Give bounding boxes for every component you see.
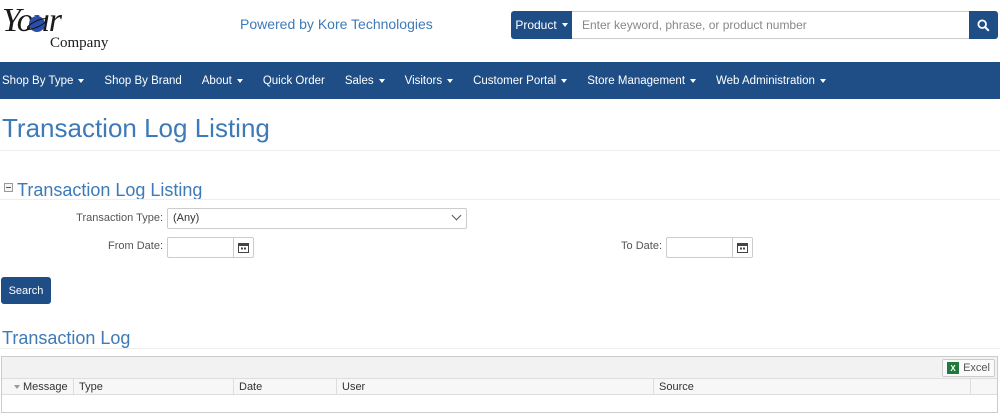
column-header-user[interactable]: User <box>337 379 654 395</box>
chevron-down-icon <box>451 210 462 221</box>
globe-icon <box>27 16 47 32</box>
sort-desc-icon <box>14 385 20 389</box>
divider <box>0 150 1000 151</box>
column-header-spacer <box>971 379 997 395</box>
nav-label: Shop By Type <box>2 74 74 87</box>
caret-down-icon <box>690 78 697 83</box>
caret-down-icon <box>378 78 385 83</box>
page-title: Transaction Log Listing <box>2 113 270 143</box>
main-nav: Shop By Type Shop By Brand About Quick O… <box>0 62 1000 99</box>
transaction-type-value: (Any) <box>173 212 200 224</box>
caret-down-icon <box>78 78 85 83</box>
excel-icon: X <box>947 362 960 374</box>
caret-down-icon <box>561 23 568 27</box>
nav-customer-portal[interactable]: Customer Portal <box>463 62 577 99</box>
export-excel-label: Excel <box>963 362 990 374</box>
column-label: Source <box>659 381 694 393</box>
transaction-type-select[interactable]: (Any) <box>167 208 467 229</box>
nav-store-management[interactable]: Store Management <box>577 62 706 99</box>
transaction-log-grid: X Excel Message Type Date User Source <box>1 356 998 413</box>
calendar-icon <box>238 243 249 253</box>
nav-shop-by-type[interactable]: Shop By Type <box>0 62 94 99</box>
nav-shop-by-brand[interactable]: Shop By Brand <box>94 62 191 99</box>
nav-label: Store Management <box>587 74 686 87</box>
nav-sales[interactable]: Sales <box>335 62 395 99</box>
grid-toolbar: X Excel <box>2 357 997 379</box>
search-scope-dropdown[interactable]: Product <box>511 11 572 39</box>
to-date-label: To Date: <box>621 240 662 252</box>
caret-down-icon <box>561 78 568 83</box>
logo-subtitle: Company <box>50 35 109 51</box>
search-scope-label: Product <box>515 18 557 32</box>
nav-quick-order[interactable]: Quick Order <box>253 62 335 99</box>
to-date-input[interactable] <box>666 237 753 258</box>
transaction-type-label: Transaction Type: <box>76 212 163 224</box>
column-header-message[interactable]: Message <box>2 379 74 395</box>
from-date-label: From Date: <box>107 240 163 252</box>
from-date-input[interactable] <box>167 237 254 258</box>
calendar-icon <box>737 243 748 253</box>
search-submit-button[interactable] <box>969 11 998 39</box>
nav-web-administration[interactable]: Web Administration <box>706 62 836 99</box>
search-icon <box>977 18 990 32</box>
caret-down-icon <box>236 78 243 83</box>
nav-label: Quick Order <box>262 74 325 87</box>
company-logo[interactable]: Your Company <box>2 2 112 54</box>
search-bar: Product <box>511 11 998 39</box>
filter-section-title: Transaction Log Listing <box>17 180 203 200</box>
transaction-log-title: Transaction Log <box>2 328 131 348</box>
divider <box>0 348 1000 349</box>
collapse-icon[interactable] <box>4 183 13 192</box>
column-label: Message <box>23 381 68 393</box>
calendar-button[interactable] <box>233 238 253 257</box>
column-label: Type <box>79 381 103 393</box>
divider <box>0 199 1000 200</box>
nav-visitors[interactable]: Visitors <box>395 62 464 99</box>
column-header-type[interactable]: Type <box>74 379 234 395</box>
nav-label: Visitors <box>404 74 443 87</box>
header: Your Company Powered by Kore Technologie… <box>0 0 1000 62</box>
column-header-date[interactable]: Date <box>234 379 337 395</box>
search-button[interactable]: Search <box>1 277 51 304</box>
search-input[interactable] <box>572 11 969 39</box>
caret-down-icon <box>447 78 454 83</box>
caret-down-icon <box>819 78 826 83</box>
nav-label: Shop By Brand <box>104 74 182 87</box>
nav-label: Sales <box>344 74 374 87</box>
nav-about[interactable]: About <box>192 62 253 99</box>
column-label: Date <box>239 381 263 393</box>
powered-by-text: Powered by Kore Technologies <box>240 16 433 32</box>
export-excel-button[interactable]: X Excel <box>942 359 995 377</box>
column-label: User <box>342 381 366 393</box>
nav-label: Web Administration <box>716 74 815 87</box>
column-header-source[interactable]: Source <box>654 379 971 395</box>
grid-header-row: Message Type Date User Source <box>2 379 997 395</box>
filter-section-header[interactable]: Transaction Log Listing <box>4 180 202 201</box>
nav-label: Customer Portal <box>473 74 557 87</box>
nav-label: About <box>201 74 232 87</box>
calendar-button[interactable] <box>732 238 752 257</box>
